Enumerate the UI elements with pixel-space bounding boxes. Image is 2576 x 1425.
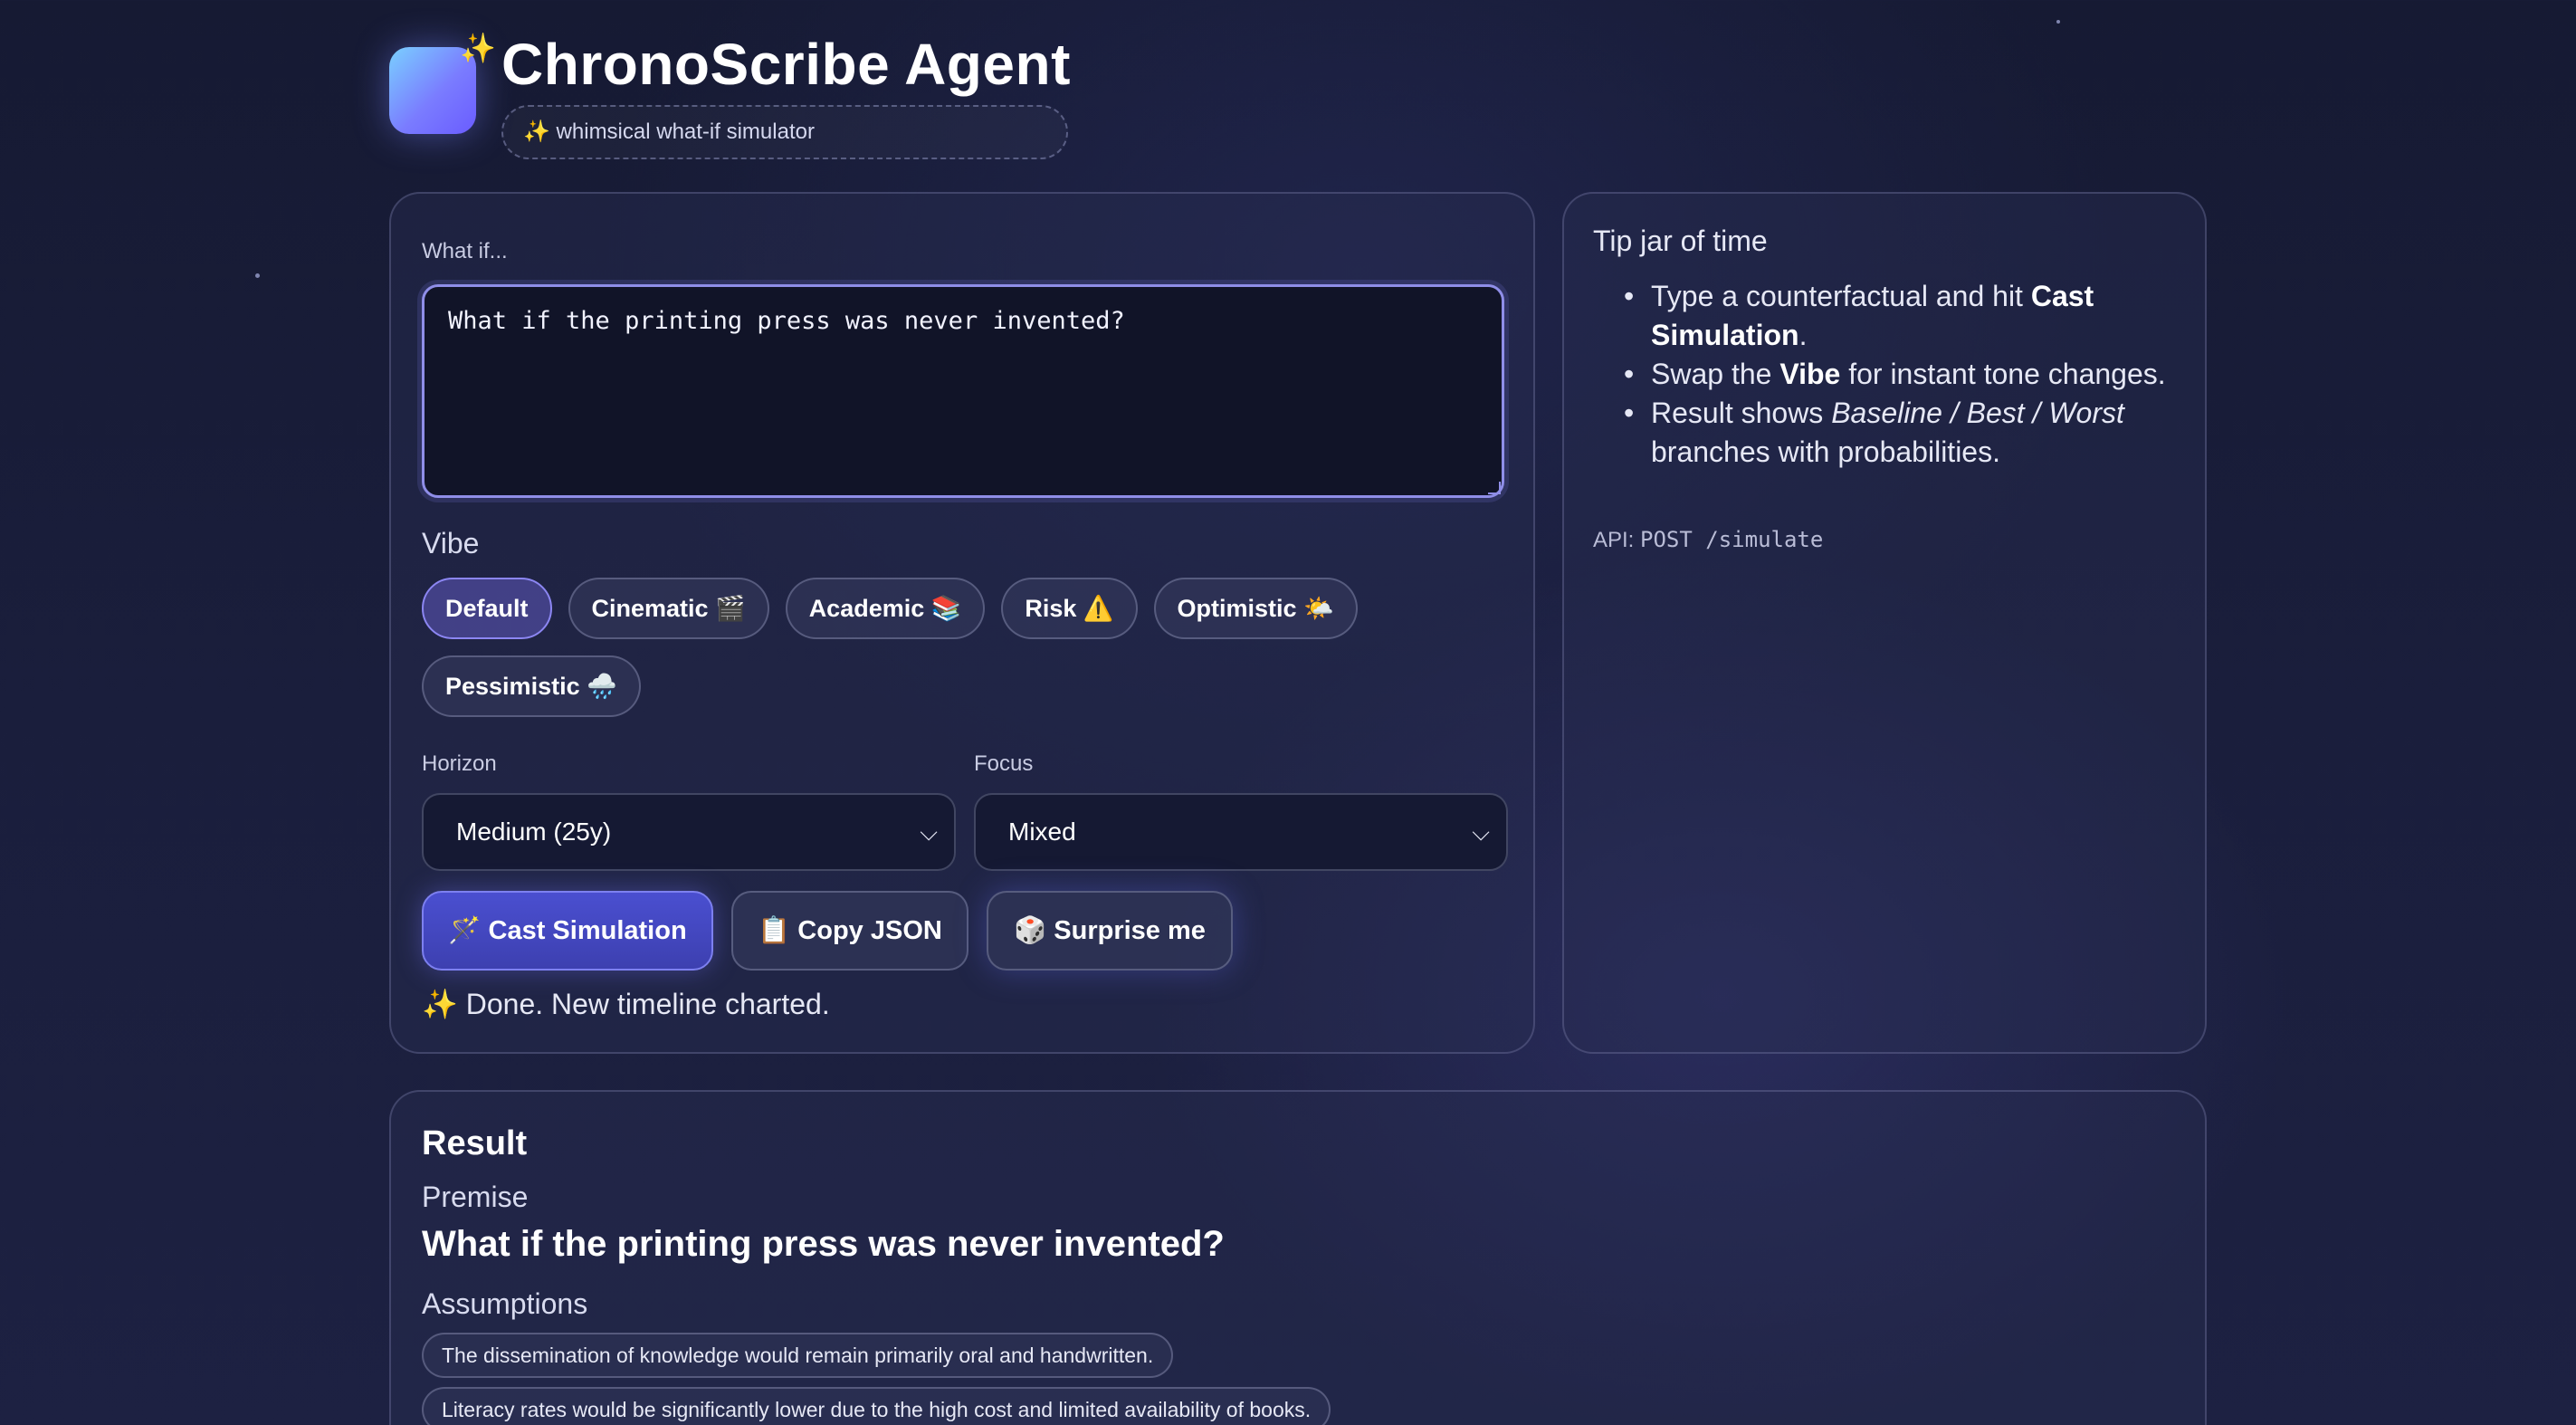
- background-star: [255, 273, 260, 278]
- app-subtitle: ✨ whimsical what-if simulator: [501, 105, 1068, 159]
- app-logo: ✨: [389, 32, 496, 134]
- vibe-chip-cinematic[interactable]: Cinematic 🎬: [568, 578, 769, 639]
- status-message: ✨ Done. New timeline charted.: [422, 987, 830, 1021]
- simulation-form-card: What if... What if the printing press wa…: [389, 192, 1535, 1054]
- cast-simulation-button[interactable]: 🪄 Cast Simulation: [422, 891, 713, 971]
- vibe-chip-pessimistic[interactable]: Pessimistic 🌧️: [422, 655, 641, 717]
- app-header: ✨ ChronoScribe Agent ✨ whimsical what-if…: [389, 32, 1071, 159]
- what-if-label: What if...: [422, 239, 508, 263]
- premise-label: Premise: [422, 1181, 529, 1213]
- assumptions-label: Assumptions: [422, 1287, 588, 1320]
- tips-card: Tip jar of time Type a counterfactual an…: [1562, 192, 2207, 1054]
- focus-label: Focus: [974, 751, 1034, 776]
- chevron-down-icon: ⌵: [1472, 818, 1490, 846]
- sparkle-icon: ✨: [422, 988, 458, 1020]
- status-text: Done. New timeline charted.: [465, 988, 830, 1020]
- vibe-chip-default[interactable]: Default: [422, 578, 552, 639]
- tips-list: Type a counterfactual and hit Cast Simul…: [1624, 277, 2176, 472]
- tips-title: Tip jar of time: [1593, 225, 1768, 257]
- list-item: Result shows Baseline / Best / Worst bra…: [1624, 394, 2176, 472]
- copy-json-button[interactable]: 📋 Copy JSON: [731, 891, 968, 971]
- premise-text: What if the printing press was never inv…: [422, 1224, 1225, 1264]
- vibe-chip-row: Default Cinematic 🎬 Academic 📚 Risk ⚠️ O…: [422, 578, 1358, 639]
- vibe-chip-risk[interactable]: Risk ⚠️: [1001, 578, 1138, 639]
- list-item: Swap the Vibe for instant tone changes.: [1624, 355, 2176, 394]
- chevron-down-icon: ⌵: [920, 818, 938, 846]
- result-title: Result: [422, 1124, 528, 1162]
- assumption-pill: Literacy rates would be significantly lo…: [422, 1387, 1331, 1425]
- horizon-select[interactable]: Medium (25y) ⌵: [422, 793, 956, 871]
- vibe-chip-academic[interactable]: Academic 📚: [785, 578, 986, 639]
- vibe-chip-row: Pessimistic 🌧️: [422, 655, 641, 717]
- vibe-heading: Vibe: [422, 527, 480, 559]
- what-if-input[interactable]: What if the printing press was never inv…: [422, 284, 1504, 498]
- horizon-label: Horizon: [422, 751, 497, 776]
- focus-select[interactable]: Mixed ⌵: [974, 793, 1508, 871]
- vibe-chip-optimistic[interactable]: Optimistic 🌤️: [1153, 578, 1358, 639]
- surprise-me-button[interactable]: 🎲 Surprise me: [987, 891, 1233, 971]
- api-endpoint: API: POST /simulate: [1593, 527, 1824, 552]
- app-title: ChronoScribe Agent: [501, 32, 1071, 97]
- focus-value: Mixed: [1008, 818, 1076, 846]
- sparkle-icon: ✨: [460, 32, 496, 64]
- result-card: Result Premise What if the printing pres…: [389, 1090, 2207, 1425]
- background-star: [2056, 20, 2060, 24]
- assumption-pill: The dissemination of knowledge would rem…: [422, 1333, 1174, 1378]
- list-item: Type a counterfactual and hit Cast Simul…: [1624, 277, 2176, 355]
- horizon-value: Medium (25y): [456, 818, 612, 846]
